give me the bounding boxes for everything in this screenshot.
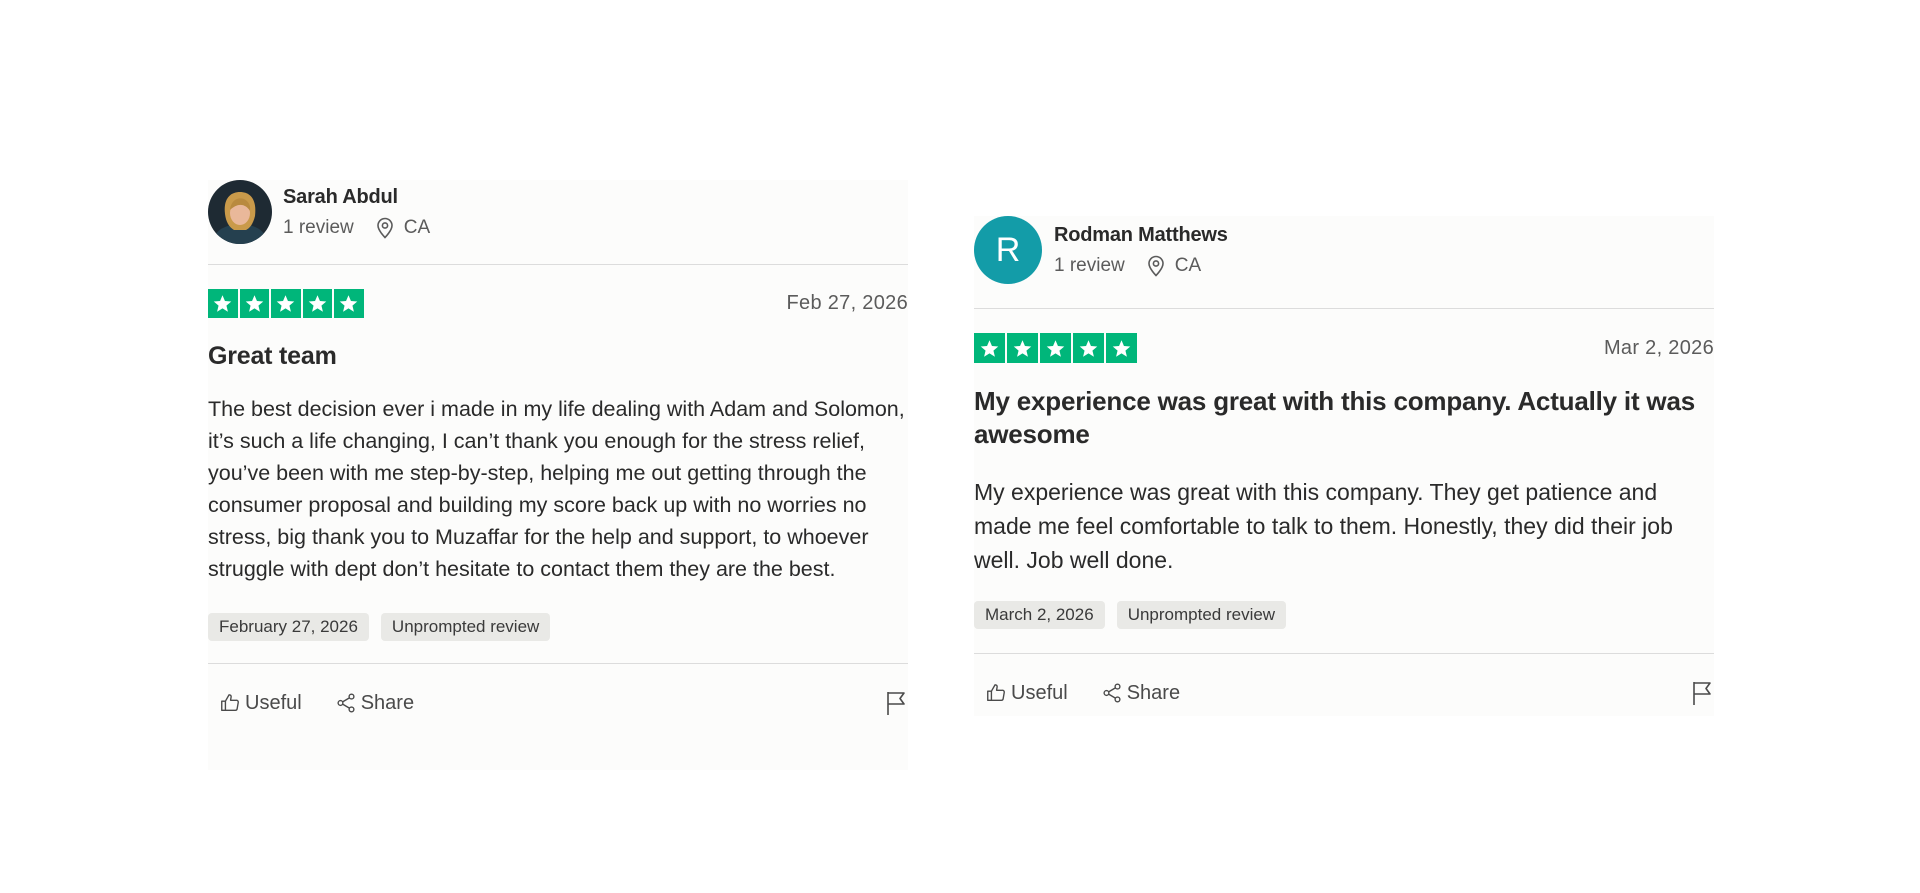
star-rating xyxy=(974,333,1137,363)
review-tags: February 27, 2026 Unprompted review xyxy=(208,613,908,641)
star-icon xyxy=(1040,333,1071,363)
review-body: My experience was great with this compan… xyxy=(974,479,1673,573)
star-icon xyxy=(334,289,364,318)
useful-label: Useful xyxy=(245,691,302,714)
useful-button[interactable]: Useful xyxy=(219,692,302,715)
experience-date-tag: March 2, 2026 xyxy=(974,601,1105,629)
review-count: 1 review xyxy=(283,216,354,238)
share-label: Share xyxy=(1126,681,1181,704)
flag-icon[interactable] xyxy=(884,690,908,716)
reviewer-meta: 1 review CA xyxy=(283,217,430,239)
star-icon xyxy=(1106,333,1137,363)
review-title[interactable]: Great team xyxy=(208,340,908,373)
review-date: Feb 27, 2026 xyxy=(786,292,908,314)
star-rating xyxy=(208,289,364,318)
reviewer-header: Sarah Abdul 1 review CA xyxy=(208,180,908,244)
divider xyxy=(974,653,1714,654)
avatar[interactable] xyxy=(208,180,272,244)
share-icon xyxy=(337,693,355,713)
divider xyxy=(208,264,908,265)
share-icon xyxy=(1103,683,1121,703)
star-icon xyxy=(1073,333,1104,363)
unprompted-review-tag[interactable]: Unprompted review xyxy=(380,613,551,641)
star-icon xyxy=(302,289,332,318)
thumbs-up-icon xyxy=(987,684,1005,702)
reviewer-location: CA xyxy=(1174,254,1202,276)
review-actions: Useful Share xyxy=(208,690,908,716)
reviewer-name[interactable]: Rodman Matthews xyxy=(1054,224,1228,247)
share-button[interactable]: Share xyxy=(335,692,414,715)
useful-label: Useful xyxy=(1011,681,1068,704)
share-button[interactable]: Share xyxy=(1101,682,1180,705)
unprompted-review-tag[interactable]: Unprompted review xyxy=(1116,601,1287,629)
experience-date-tag: February 27, 2026 xyxy=(208,613,369,641)
reviewer-location: CA xyxy=(403,216,431,238)
location-pin-icon xyxy=(376,217,393,239)
reviewer-header: R Rodman Matthews 1 review CA xyxy=(974,216,1714,284)
useful-button[interactable]: Useful xyxy=(985,682,1068,705)
review-date: Mar 2, 2026 xyxy=(1603,336,1714,359)
review-card: Sarah Abdul 1 review CA Feb 27, 2026 Gre… xyxy=(208,180,908,770)
divider xyxy=(208,663,908,664)
star-icon xyxy=(271,289,301,318)
share-label: Share xyxy=(360,691,415,714)
review-title[interactable]: My experience was great with this compan… xyxy=(974,385,1714,451)
location-pin-icon xyxy=(1147,255,1164,277)
flag-icon[interactable] xyxy=(1690,680,1714,706)
review-actions: Useful Share xyxy=(974,680,1714,706)
review-count: 1 review xyxy=(1054,254,1125,276)
review-body: The best decision ever i made in my life… xyxy=(208,397,905,581)
star-icon xyxy=(239,289,269,318)
review-tags: March 2, 2026 Unprompted review xyxy=(974,601,1714,629)
star-icon xyxy=(208,289,238,318)
review-card: R Rodman Matthews 1 review CA Mar 2, 202… xyxy=(974,216,1714,716)
star-icon xyxy=(974,333,1005,363)
avatar[interactable]: R xyxy=(974,216,1042,284)
reviewer-meta: 1 review CA xyxy=(1054,255,1228,277)
reviewer-name[interactable]: Sarah Abdul xyxy=(283,186,430,209)
thumbs-up-icon xyxy=(221,694,239,712)
divider xyxy=(974,308,1714,309)
star-icon xyxy=(1007,333,1038,363)
